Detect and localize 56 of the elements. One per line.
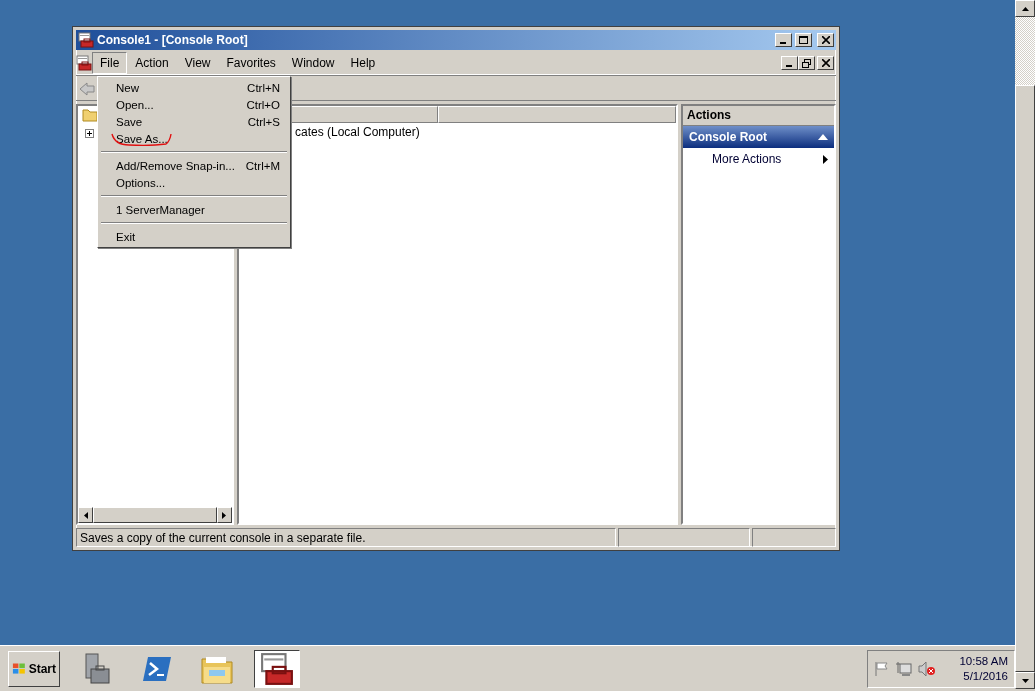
left-arrow-icon (83, 511, 88, 519)
list-item[interactable]: cates (Local Computer) (295, 125, 420, 139)
menu-entry[interactable]: Save Ctrl+S (100, 113, 288, 130)
clock-date[interactable]: 5/1/2016 (963, 670, 1008, 682)
up-arrow-icon (1021, 6, 1029, 11)
powershell-icon (142, 654, 172, 683)
server-toolbox-icon (82, 652, 112, 685)
collapse-icon[interactable] (818, 134, 828, 140)
actions-section-header[interactable]: Console Root (683, 126, 834, 148)
menu-entry[interactable]: Open... Ctrl+O (100, 96, 288, 113)
menu-item[interactable]: Action (127, 52, 177, 74)
window-title: Console1 - [Console Root] (97, 33, 249, 47)
maximize-button[interactable] (795, 33, 812, 47)
close-button[interactable] (817, 56, 834, 70)
actions-header: Actions (683, 106, 834, 126)
close-icon (821, 59, 830, 67)
scrollbar-thumb[interactable] (93, 507, 217, 523)
menu-entry[interactable]: Add/Remove Snap-in... Ctrl+M (100, 157, 288, 174)
menu-item[interactable]: Window (283, 52, 343, 74)
scroll-left-button[interactable] (78, 507, 94, 523)
scrollbar-thumb[interactable] (1015, 85, 1035, 672)
menu-entry[interactable]: New Ctrl+N (100, 79, 288, 96)
status-text: Saves a copy of the current console in a separate file. (76, 528, 616, 547)
menu-item[interactable]: Favorites (218, 52, 284, 74)
maximize-icon (798, 35, 809, 45)
clock-time[interactable]: 10:58 AM (959, 655, 1008, 667)
menu-item[interactable]: View (176, 52, 219, 74)
toolbox-icon (260, 651, 294, 686)
app-icon (78, 32, 94, 48)
menu-entry[interactable]: Options... (100, 174, 288, 191)
minimize-button[interactable] (781, 56, 798, 70)
taskbar-app[interactable] (254, 649, 300, 688)
scroll-down-button[interactable] (1015, 672, 1035, 689)
restore-button[interactable] (798, 56, 815, 70)
network-icon[interactable] (895, 660, 913, 677)
start-button[interactable]: Start (8, 650, 60, 687)
folder-icon (82, 108, 98, 122)
menu-entry[interactable]: Save As... (100, 130, 288, 147)
close-button[interactable] (817, 33, 834, 47)
menu-item[interactable]: File (92, 52, 128, 74)
close-icon (821, 36, 830, 44)
menu-item[interactable]: Help (342, 52, 384, 74)
muted-speaker-icon[interactable] (918, 660, 936, 677)
menu-entry[interactable]: 1 ServerManager (100, 201, 288, 218)
down-arrow-icon (1021, 678, 1029, 683)
windows-logo-icon (12, 661, 27, 676)
action-link[interactable]: More Actions (683, 148, 834, 166)
restore-icon (802, 58, 811, 68)
minimize-button[interactable] (775, 33, 792, 47)
flag-icon[interactable] (874, 660, 890, 677)
scroll-up-button[interactable] (1015, 0, 1035, 17)
expand-icon[interactable] (85, 129, 94, 138)
menu-entry[interactable]: Exit (100, 228, 288, 245)
submenu-arrow-icon (823, 154, 828, 164)
app-icon (76, 55, 92, 71)
right-arrow-icon (222, 511, 227, 519)
